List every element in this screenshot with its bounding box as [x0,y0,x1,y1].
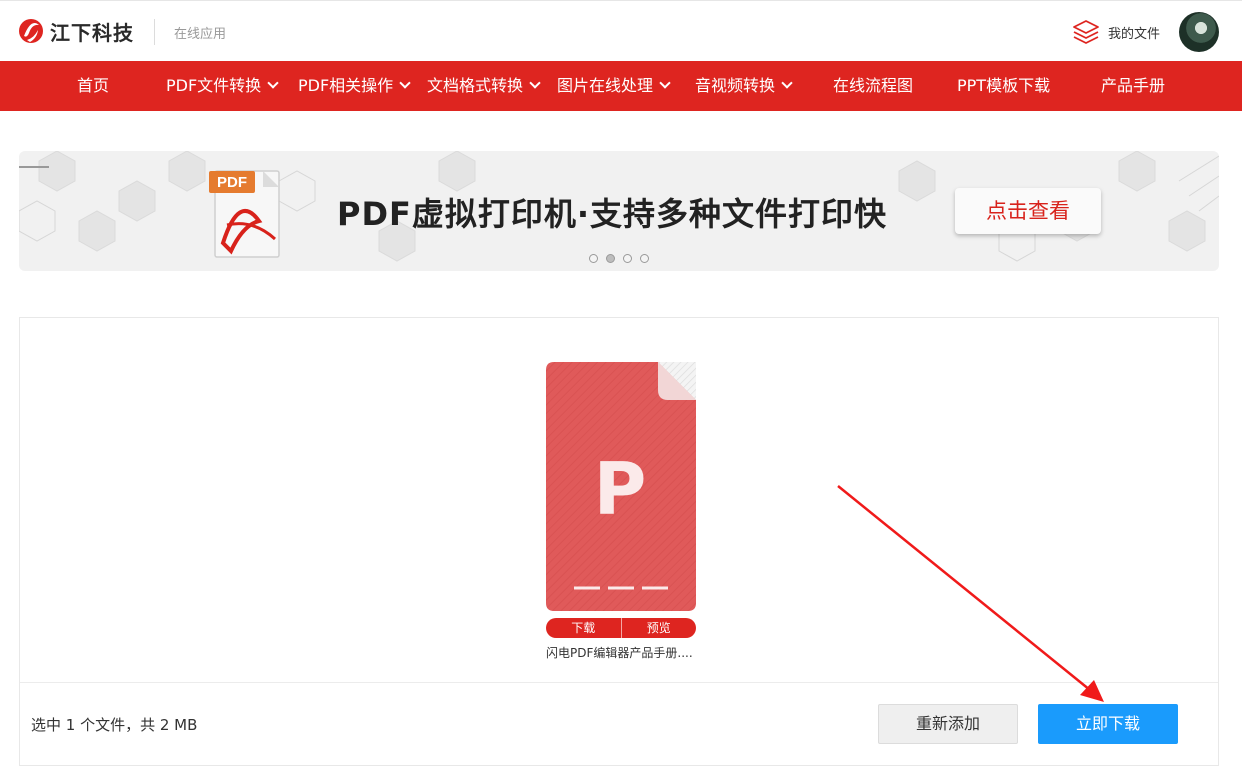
main-nav: 首页 PDF文件转换 PDF相关操作 文档格式转换 图片在线处理 音视频转换 在… [0,61,1242,111]
carousel-dots [589,254,649,263]
brand-name: 江下科技 [50,20,134,45]
nav-item-home[interactable]: 首页 [77,61,109,111]
pptx-file-icon[interactable]: P [546,362,696,611]
nav-item-pdf-convert[interactable]: PDF文件转换 [166,61,279,111]
user-avatar[interactable] [1179,12,1219,52]
header-subtitle: 在线应用 [174,27,227,42]
nav-item-label: PDF相关操作 [298,76,394,95]
nav-item-ppt-templates[interactable]: PPT模板下载 [957,61,1050,111]
carousel-dot[interactable] [589,254,598,263]
nav-item-label: 产品手册 [1101,76,1166,95]
chevron-down-icon [267,77,279,89]
nav-item-flowchart[interactable]: 在线流程图 [833,61,913,111]
header-divider [154,19,155,45]
carousel-dot[interactable] [623,254,632,263]
nav-item-media-convert[interactable]: 音视频转换 [695,61,793,111]
my-files-label: 我的文件 [1108,26,1161,42]
carousel-dot[interactable] [640,254,649,263]
nav-item-label: PPT模板下载 [957,76,1051,95]
brand-logo[interactable]: 江下科技 [18,16,134,46]
selection-summary: 选中 1 个文件，共 2 MB [31,716,198,734]
nav-item-label: 文档格式转换 [427,76,524,95]
layers-icon [1073,20,1099,44]
nav-item-label: 音视频转换 [695,76,776,95]
banner-view-button[interactable]: 点击查看 [955,188,1101,234]
file-download-button[interactable]: 下载 [546,618,621,638]
nav-item-label: 图片在线处理 [557,76,654,95]
pdf-document-icon: PDF [209,170,280,258]
file-card: P 下载 预览 闪电PDF编辑器产品手册.... [546,362,696,660]
chevron-down-icon [781,77,793,89]
chevron-down-icon [529,77,541,89]
file-preview-button[interactable]: 预览 [622,618,697,638]
nav-item-image-tools[interactable]: 图片在线处理 [557,61,671,111]
nav-item-label: 在线流程图 [833,76,914,95]
nav-item-label: 首页 [77,76,110,95]
brand-logo-icon [19,19,43,43]
chevron-down-icon [659,77,671,89]
download-now-button[interactable]: 立即下载 [1038,704,1178,744]
pdf-badge-text: PDF [217,174,247,191]
result-panel: P 下载 预览 闪电PDF编辑器产品手册.... 选中 1 个文件，共 2 MB… [19,317,1219,766]
nav-item-doc-convert[interactable]: 文档格式转换 [427,61,541,111]
nav-item-manual[interactable]: 产品手册 [1101,61,1165,111]
readd-button[interactable]: 重新添加 [878,704,1018,744]
chevron-down-icon [399,77,411,89]
nav-item-label: PDF文件转换 [166,76,262,95]
promo-banner[interactable]: PDF PDF虚拟打印机·支持多种文件打印快 点击查看 [19,151,1219,271]
banner-title: PDF虚拟打印机·支持多种文件打印快 [337,195,888,233]
carousel-dot-active[interactable] [606,254,615,263]
file-name: 闪电PDF编辑器产品手册.... [546,646,693,660]
file-type-letter: P [594,447,647,531]
nav-item-pdf-operations[interactable]: PDF相关操作 [298,61,411,111]
my-files-link[interactable]: 我的文件 [1072,19,1160,45]
panel-divider [20,682,1218,683]
top-header: 江下科技 在线应用 我的文件 [0,0,1242,61]
file-actions: 下载 预览 [546,618,696,638]
